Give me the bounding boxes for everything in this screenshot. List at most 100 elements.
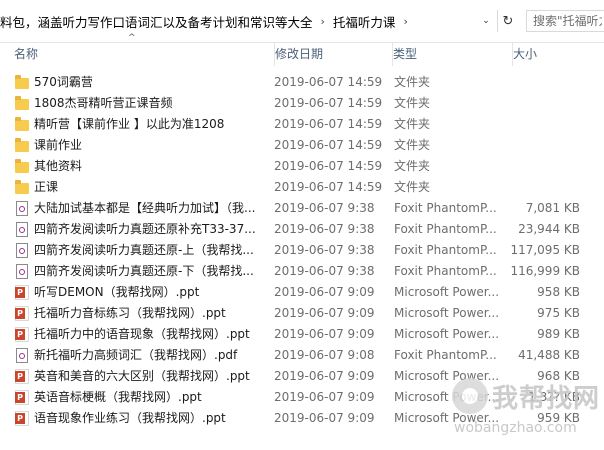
address-bar[interactable]: 料包，涵盖听力写作口语词汇以及备考计划和常识等大全 › 托福听力课 › ⌄ ↻ (0, 0, 604, 43)
watermark-logo (452, 378, 488, 414)
file-name: 大陆加试基本都是【经典听力加试】（我... (34, 201, 256, 215)
pdf-file-icon (16, 243, 28, 258)
powerpoint-file-icon (15, 327, 29, 342)
file-type: Foxit PhantomP... (394, 201, 497, 215)
breadcrumb-separator[interactable]: › (403, 15, 407, 28)
refresh-icon: ↻ (502, 13, 514, 29)
list-item[interactable]: 四箭齐发阅读听力真题还原补充T33-37... 2019-06-07 9:38 … (0, 219, 604, 240)
pdf-file-icon (16, 201, 28, 216)
file-date: 2019-06-07 9:38 (274, 201, 375, 215)
file-date: 2019-06-07 14:59 (274, 159, 383, 173)
column-header-name[interactable]: 名称 (14, 42, 266, 66)
file-type: 文件夹 (394, 117, 431, 131)
file-name: 语音现象作业练习（我帮找网）.ppt (34, 411, 226, 425)
list-item[interactable]: 四箭齐发阅读听力真题还原-上（我帮找... 2019-06-07 9:38 Fo… (0, 240, 604, 261)
folder-icon (15, 96, 29, 110)
powerpoint-file-icon (15, 390, 29, 405)
file-type: 文件夹 (394, 96, 431, 110)
file-name: 托福听力音标练习（我帮找网）.ppt (34, 306, 226, 320)
folder-icon (15, 117, 29, 131)
file-date: 2019-06-07 9:09 (274, 369, 375, 383)
powerpoint-file-icon (15, 369, 29, 384)
file-type: 文件夹 (394, 159, 431, 173)
refresh-button[interactable]: ↻ (497, 10, 518, 32)
watermark-url: wobangzhao.com (454, 420, 577, 436)
file-date: 2019-06-07 9:09 (274, 306, 375, 320)
file-name: 570词霸营 (34, 75, 93, 89)
list-item[interactable]: 正课 2019-06-07 14:59 文件夹 (0, 177, 604, 198)
file-date: 2019-06-07 9:38 (274, 243, 375, 257)
file-type: Foxit PhantomP... (394, 348, 497, 362)
breadcrumb-item-current[interactable]: 托福听力课 (333, 12, 396, 31)
file-date: 2019-06-07 9:09 (274, 411, 375, 425)
list-item[interactable]: 1808杰哥精听营正课音频 2019-06-07 14:59 文件夹 (0, 93, 604, 114)
column-header-type[interactable]: 类型 (392, 42, 503, 66)
file-name: 课前作业 (34, 138, 83, 152)
file-name: 正课 (34, 180, 59, 194)
file-type: Foxit PhantomP... (394, 222, 497, 236)
search-box[interactable] (526, 10, 604, 32)
breadcrumb-separator[interactable]: › (321, 15, 325, 28)
file-size: 116,999 KB (510, 264, 580, 278)
file-name: 精听营【课前作业 】以此为准1208 (34, 117, 225, 131)
file-size: 958 KB (537, 285, 580, 299)
list-item[interactable]: 大陆加试基本都是【经典听力加试】（我... 2019-06-07 9:38 Fo… (0, 198, 604, 219)
pdf-file-icon (16, 222, 28, 237)
file-size: 23,944 KB (518, 222, 580, 236)
list-item[interactable]: 精听营【课前作业 】以此为准1208 2019-06-07 14:59 文件夹 (0, 114, 604, 135)
file-date: 2019-06-07 14:59 (274, 75, 383, 89)
file-name: 1808杰哥精听营正课音频 (34, 96, 173, 110)
powerpoint-file-icon (15, 285, 29, 300)
breadcrumb[interactable]: 料包，涵盖听力写作口语词汇以及备考计划和常识等大全 › 托福听力课 › (0, 10, 470, 32)
watermark-text: 我帮找网 (492, 384, 601, 414)
file-name: 听写DEMON（我帮找网）.ppt (34, 285, 200, 299)
file-size: 975 KB (537, 306, 580, 320)
list-item[interactable]: 四箭齐发阅读听力真题还原-下（我帮找... 2019-06-07 9:38 Fo… (0, 261, 604, 282)
column-header-row: 名称 修改日期 类型 大小 (0, 42, 604, 66)
search-input[interactable] (527, 11, 604, 31)
folder-icon (15, 75, 29, 89)
file-name: 新托福听力高频词汇（我帮找网）.pdf (34, 348, 238, 362)
powerpoint-file-icon (15, 306, 29, 321)
address-history-dropdown[interactable]: ⌄ (478, 12, 494, 30)
folder-icon (15, 180, 29, 194)
file-type: 文件夹 (394, 180, 431, 194)
file-size: 117,095 KB (510, 243, 580, 257)
file-name: 四箭齐发阅读听力真题还原-下（我帮找... (34, 264, 254, 278)
file-type: Microsoft Power... (394, 285, 498, 299)
chevron-down-icon: ⌄ (482, 16, 490, 26)
column-header-date[interactable]: 修改日期 (274, 42, 383, 66)
list-item[interactable]: 570词霸营 2019-06-07 14:59 文件夹 (0, 72, 604, 93)
list-item[interactable]: 新托福听力高频词汇（我帮找网）.pdf 2019-06-07 9:08 Foxi… (0, 345, 604, 366)
watermark: 我帮找网 wobangzhao.com (452, 376, 604, 450)
file-name: 英语音标梗概（我帮找网）.ppt (34, 390, 202, 404)
folder-icon (15, 159, 29, 173)
powerpoint-file-icon (15, 411, 29, 426)
file-date: 2019-06-07 14:59 (274, 117, 383, 131)
file-date: 2019-06-07 9:09 (274, 327, 375, 341)
file-size: 41,488 KB (518, 348, 580, 362)
pdf-file-icon (16, 264, 28, 279)
file-name: 四箭齐发阅读听力真题还原-上（我帮找... (34, 243, 254, 257)
list-item[interactable]: 听写DEMON（我帮找网）.ppt 2019-06-07 9:09 Micros… (0, 282, 604, 303)
file-name: 其他资料 (34, 159, 83, 173)
breadcrumb-item-parent[interactable]: 料包，涵盖听力写作口语词汇以及备考计划和常识等大全 (0, 12, 313, 31)
pdf-file-icon (16, 348, 28, 363)
file-type: Foxit PhantomP... (394, 264, 497, 278)
file-date: 2019-06-07 14:59 (274, 180, 383, 194)
list-item[interactable]: 其他资料 2019-06-07 14:59 文件夹 (0, 156, 604, 177)
file-date: 2019-06-07 9:38 (274, 264, 375, 278)
file-type: Foxit PhantomP... (394, 243, 497, 257)
file-name: 托福听力中的语音现象（我帮找网）.ppt (34, 327, 250, 341)
file-size: 989 KB (537, 327, 580, 341)
file-date: 2019-06-07 9:08 (274, 348, 375, 362)
column-header-size[interactable]: 大小 (512, 42, 604, 66)
file-name: 四箭齐发阅读听力真题还原补充T33-37... (34, 222, 256, 236)
list-item[interactable]: 课前作业 2019-06-07 14:59 文件夹 (0, 135, 604, 156)
file-name: 英音和美音的六大区别（我帮找网）.ppt (34, 369, 250, 383)
list-item[interactable]: 托福听力音标练习（我帮找网）.ppt 2019-06-07 9:09 Micro… (0, 303, 604, 324)
file-date: 2019-06-07 9:09 (274, 285, 375, 299)
file-date: 2019-06-07 9:38 (274, 222, 375, 236)
file-type: Microsoft Power... (394, 306, 498, 320)
list-item[interactable]: 托福听力中的语音现象（我帮找网）.ppt 2019-06-07 9:09 Mic… (0, 324, 604, 345)
